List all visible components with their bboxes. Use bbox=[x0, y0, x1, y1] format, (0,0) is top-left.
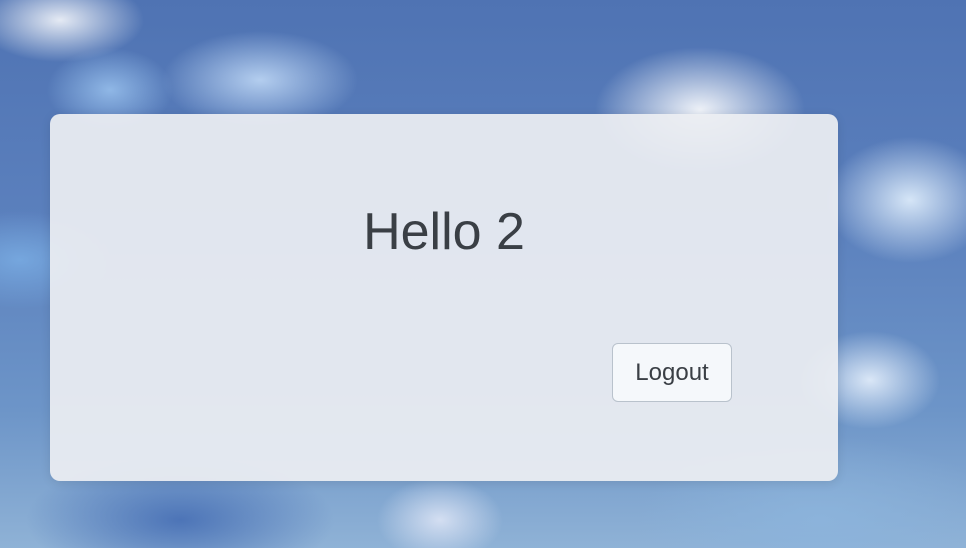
greeting-title: Hello 2 bbox=[363, 203, 525, 261]
greeting-card: Hello 2 Logout bbox=[50, 114, 838, 481]
logout-button[interactable]: Logout bbox=[612, 343, 732, 402]
